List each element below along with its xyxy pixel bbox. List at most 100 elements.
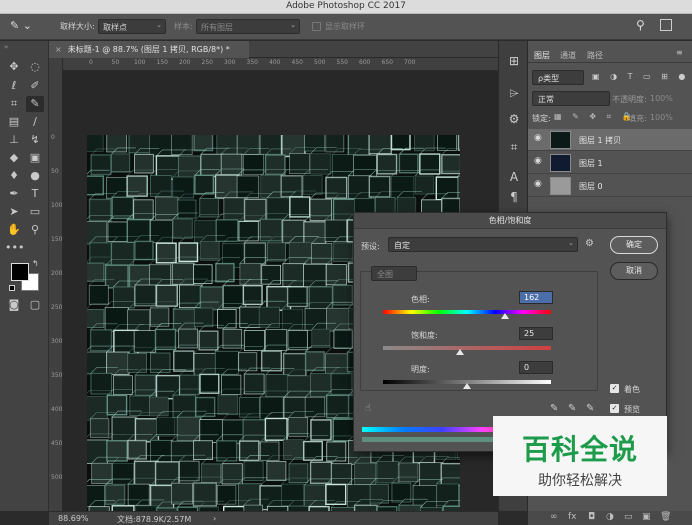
add-mask-icon[interactable]: ◘ (588, 512, 595, 522)
brush-tool-icon[interactable]: ∕ (26, 114, 44, 130)
fx-icon[interactable]: fx (568, 512, 577, 522)
libraries-icon[interactable]: ⊞ (506, 53, 522, 69)
type-tool-icon[interactable]: T (26, 186, 44, 202)
title-bar: Adobe Photoshop CC 2017 (0, 0, 692, 14)
cancel-button[interactable]: 取消 (610, 262, 658, 280)
layer-row[interactable]: ◉ 图层 0 (528, 175, 692, 197)
ruler-tick-label: 100 (134, 59, 146, 66)
lightness-slider-thumb[interactable] (463, 383, 471, 389)
filter-icons[interactable]: ▣ ◑ T ▭ ⊞ ● (592, 72, 689, 81)
link-layers-icon[interactable]: ∞ (550, 512, 558, 522)
layer-row[interactable]: ◉ 图层 1 拷贝 (528, 129, 692, 151)
preview-checkbox[interactable]: ✓ (610, 404, 619, 413)
path-select-tool-icon[interactable]: ➤ (5, 204, 23, 220)
workspace-icon[interactable] (660, 19, 672, 31)
quick-select-tool-icon[interactable]: ✐ (26, 78, 44, 94)
document-info: 文档:878.9K/2.57M (117, 515, 192, 524)
search-icon[interactable]: ⚲ (636, 18, 645, 32)
marquee-tool-icon[interactable]: ◌ (26, 59, 44, 75)
opacity-value[interactable]: 100% (650, 94, 673, 103)
targeted-adjustment-hand-icon[interactable]: ☝ (365, 403, 371, 414)
tab-paths[interactable]: 路径 (587, 50, 603, 61)
show-ring-checkbox[interactable] (312, 22, 321, 31)
gradient-tool-icon[interactable]: ▣ (26, 150, 44, 166)
hue-input[interactable]: 162 (519, 291, 553, 304)
eyedropper-plus-icon[interactable]: ✎ (568, 403, 576, 414)
zoom-level[interactable]: 88.69% (58, 514, 89, 523)
foreground-color-swatch[interactable] (11, 263, 29, 281)
document-tab[interactable]: × 未标题-1 @ 88.7% (图层 1 拷贝, RGB/8*) * (49, 41, 249, 58)
saturation-input[interactable]: 25 (519, 327, 553, 340)
horizontal-ruler[interactable]: 0 50 100 150 200 250 300 350 400 450 500 550 600 650 7… (63, 58, 498, 71)
trash-icon[interactable]: 🗑 (660, 512, 671, 522)
saturation-slider-track[interactable] (383, 346, 551, 350)
ruler-tick-label: 400 (51, 406, 63, 413)
default-colors-icon[interactable] (9, 285, 15, 291)
tab-channels[interactable]: 通道 (560, 50, 576, 61)
ok-button[interactable]: 确定 (610, 236, 658, 254)
ruler-tick-label: 600 (359, 59, 371, 66)
fill-value[interactable]: 100% (650, 113, 673, 122)
channel-select[interactable]: 全图 (371, 266, 417, 281)
history-brush-tool-icon[interactable]: ↯ (26, 132, 44, 148)
eye-icon[interactable]: ◉ (534, 156, 542, 166)
healing-brush-tool-icon[interactable]: ▤ (5, 114, 23, 130)
document-tab-title: 未标题-1 @ 88.7% (图层 1 拷贝, RGB/8*) * (67, 45, 230, 54)
quick-mask-icon[interactable]: ◙ (5, 297, 23, 313)
hand-tool-icon[interactable]: ✋ (5, 222, 23, 238)
colorize-checkbox[interactable]: ✓ (610, 384, 619, 393)
hue-slider-thumb[interactable] (500, 313, 509, 319)
lasso-tool-icon[interactable]: ℓ (5, 78, 23, 94)
tab-layers[interactable]: 图层 (534, 50, 550, 61)
eyedropper-tool-icon[interactable]: ✎ (26, 96, 44, 112)
properties-icon[interactable]: ⚙ (506, 111, 522, 127)
eyedropper-minus-icon[interactable]: ✎ (586, 403, 594, 414)
rectangle-tool-icon[interactable]: ▭ (26, 204, 44, 220)
ruler-tick-label: 150 (51, 236, 63, 243)
close-icon[interactable]: × (55, 45, 62, 54)
hue-slider-track[interactable] (383, 310, 551, 314)
character-icon[interactable]: A (506, 169, 522, 185)
crop-tool-icon[interactable]: ⌗ (5, 96, 23, 112)
preset-select[interactable]: 自定 ⌄ (388, 237, 578, 252)
lock-icons[interactable]: ▦ ✎ ✥ ⌗ 🔒 (554, 112, 636, 122)
watermark-logo: 百科全说 助你轻松解决 (493, 416, 667, 496)
panel-menu-icon[interactable]: ≡ (676, 48, 683, 57)
eyedropper-preset-icon[interactable]: ✎ ⌄ (10, 19, 38, 34)
dodge-tool-icon[interactable]: ● (26, 168, 44, 184)
ruler-tick-label: 250 (51, 304, 63, 311)
sample-size-select[interactable]: 取样点 ⌄ (98, 19, 166, 34)
status-menu-arrow-icon[interactable]: › (213, 514, 216, 523)
blend-mode-select[interactable]: 正常 (532, 91, 610, 106)
saturation-slider-thumb[interactable] (456, 349, 465, 355)
eraser-tool-icon[interactable]: ◆ (5, 150, 23, 166)
crop-panel-icon[interactable]: ⌗ (506, 139, 522, 155)
more-tools-icon[interactable]: ••• (5, 240, 24, 256)
colorize-label: 着色 (624, 385, 640, 394)
eye-icon[interactable]: ◉ (534, 179, 542, 189)
pen-tool-icon[interactable]: ✒ (5, 186, 23, 202)
screen-mode-icon[interactable]: ▢ (26, 297, 44, 313)
adjustment-layer-icon[interactable]: ◑ (606, 512, 614, 522)
layer-row[interactable]: ◉ 图层 1 (528, 152, 692, 174)
history-icon[interactable]: ⌲ (506, 85, 522, 101)
layer-filter-select[interactable]: ρ类型 (532, 70, 584, 85)
vertical-ruler[interactable]: 0 50 100 150 200 250 300 350 400 450 500 (49, 58, 63, 511)
lightness-input[interactable]: 0 (519, 361, 553, 374)
ruler-tick-label: 250 (201, 59, 213, 66)
eye-icon[interactable]: ◉ (534, 133, 542, 143)
preset-options-gear-icon[interactable]: ⚙ (585, 238, 594, 249)
swap-colors-icon[interactable]: ↰ (32, 259, 39, 268)
new-group-icon[interactable]: ▭ (624, 512, 633, 522)
new-layer-icon[interactable]: ▣ (642, 512, 651, 522)
lock-label: 锁定: (532, 114, 551, 123)
eyedropper-icon[interactable]: ✎ (550, 403, 558, 414)
clone-stamp-tool-icon[interactable]: ⊥ (5, 132, 23, 148)
sample-select[interactable]: 所有图层 ⌄ (196, 19, 300, 34)
paragraph-icon[interactable]: ¶ (506, 189, 522, 205)
zoom-tool-icon[interactable]: ⚲ (26, 222, 44, 238)
layer-name: 图层 1 拷贝 (579, 136, 622, 145)
toolbar-collapse-icon[interactable]: » (4, 43, 8, 51)
move-tool-icon[interactable]: ✥ (5, 59, 23, 75)
blur-tool-icon[interactable]: ♦ (5, 168, 23, 184)
